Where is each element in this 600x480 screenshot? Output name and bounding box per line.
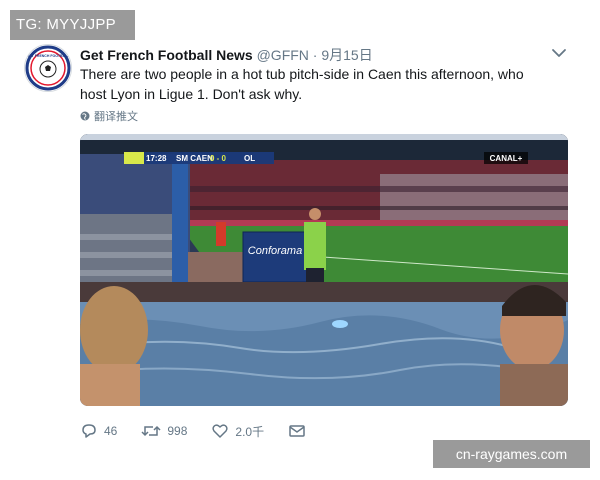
like-count: 2.0千 <box>235 424 265 439</box>
tweet-media-image[interactable]: Conforama 17:28 SM CAEN 0 - 0 OL CANAL+ <box>80 134 568 406</box>
author-handle-date[interactable]: @GFFN · 9月15日 <box>257 47 373 63</box>
translate-tweet-link[interactable]: 翻译推文 <box>80 108 138 124</box>
watermark-top-left: TG: MYYJJPP <box>10 10 135 40</box>
ad-board-text: Conforama <box>248 245 302 257</box>
steward-figure <box>304 222 326 270</box>
scoreboard-score: 0 - 0 <box>210 154 227 163</box>
translate-label[interactable]: 翻译推文 <box>94 108 138 124</box>
avatar-logo-text: GET FRENCH FOOTBALL <box>27 54 71 58</box>
scoreboard-home: SM CAEN <box>176 154 213 163</box>
globe-icon <box>80 111 90 121</box>
heart-icon <box>212 424 229 438</box>
scoreboard-away: OL <box>244 154 255 163</box>
broadcaster-logo: CANAL+ <box>490 154 523 163</box>
tweet-header: Get French Football News @GFFN · 9月15日 <box>80 45 373 65</box>
direct-message-button[interactable] <box>288 422 306 440</box>
reply-icon <box>82 424 96 438</box>
envelope-icon <box>289 425 305 437</box>
tweet-text: There are two people in a hot tub pitch-… <box>80 66 524 102</box>
reply-button[interactable]: 46 <box>80 422 117 440</box>
retweet-count: 998 <box>167 424 188 438</box>
scoreboard-time: 17:28 <box>146 154 167 163</box>
chevron-down-icon[interactable] <box>550 46 568 60</box>
retweet-icon <box>141 425 161 437</box>
scoreboard: 17:28 SM CAEN 0 - 0 OL <box>124 152 274 164</box>
watermark-bottom-right: cn-raygames.com <box>433 440 590 468</box>
person-left <box>80 286 148 374</box>
reply-count: 46 <box>104 424 118 438</box>
avatar[interactable]: GET FRENCH FOOTBALL <box>24 44 72 92</box>
retweet-button[interactable]: 998 <box>141 422 187 440</box>
like-button[interactable]: 2.0千 <box>211 422 264 440</box>
tweet-actions: 46 998 2.0千 <box>80 422 330 440</box>
author-name[interactable]: Get French Football News <box>80 47 253 63</box>
